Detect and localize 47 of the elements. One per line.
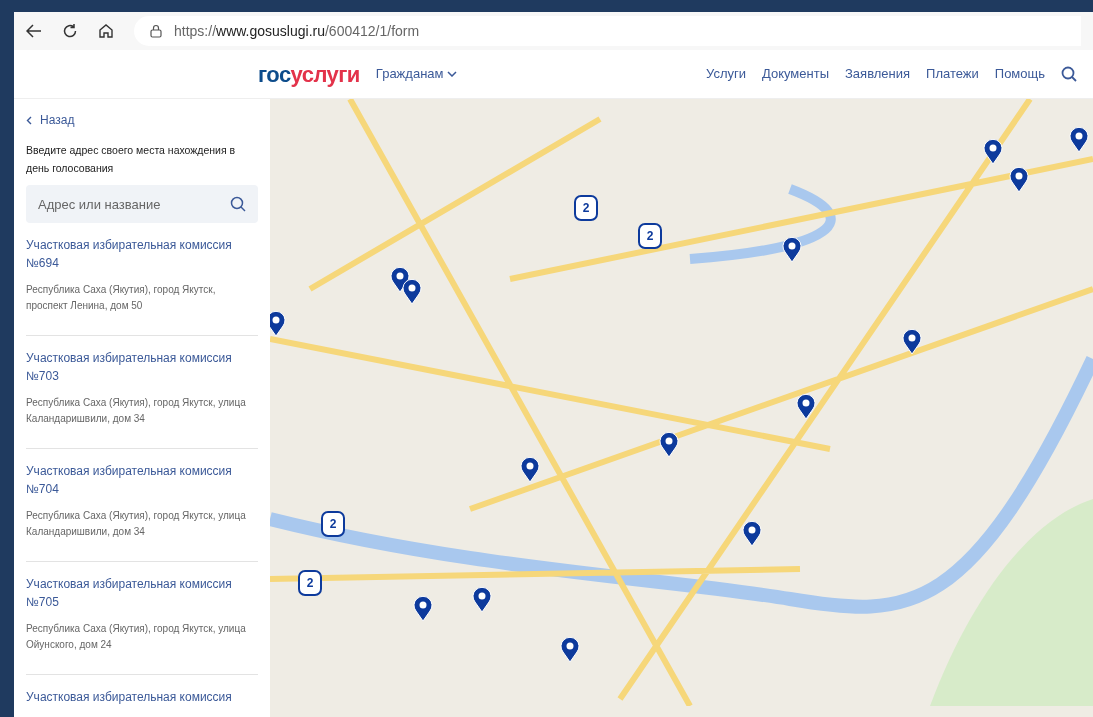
- cluster-marker[interactable]: 2: [638, 223, 662, 249]
- nav-link[interactable]: Услуги: [706, 64, 746, 84]
- cluster-marker[interactable]: 2: [321, 511, 345, 537]
- commission-address: Республика Саха (Якутия), город Якутск, улица Ойунского, дом 24: [26, 622, 247, 652]
- commission-address: Республика Саха (Якутия), город Якутск, улица Каландаришвили, дом 34: [26, 396, 247, 426]
- commission-address: Республика Саха (Якутия), город Якутск, улица Каландаришвили, дом 34: [26, 509, 247, 539]
- search-icon[interactable]: [1061, 66, 1077, 82]
- prompt-text: Введите адрес своего места нахождения в день голосования: [26, 143, 237, 176]
- nav-link[interactable]: Заявления: [845, 64, 911, 84]
- home-icon[interactable]: [98, 23, 114, 39]
- address-bar[interactable]: https://www.gosuslugi.ru/600412/1/form: [134, 16, 1081, 46]
- commission-title[interactable]: Участковая избирательная комиссия №704: [26, 462, 258, 498]
- back-link[interactable]: Назад: [26, 111, 75, 129]
- commission-title[interactable]: Участковая избирательная комиссия №703: [26, 349, 258, 385]
- location-pin-icon[interactable]: [402, 279, 422, 305]
- lock-icon: [150, 24, 162, 38]
- back-icon[interactable]: [26, 24, 42, 38]
- cluster-marker[interactable]: 2: [298, 570, 322, 596]
- location-pin-icon[interactable]: [1069, 127, 1089, 153]
- commission-title[interactable]: Участковая избирательная комиссия №694: [26, 236, 258, 272]
- location-pin-icon[interactable]: [472, 587, 492, 613]
- location-pin-icon[interactable]: [796, 394, 816, 420]
- search-icon: [230, 196, 246, 212]
- chevron-down-icon: [447, 71, 458, 77]
- nav-link[interactable]: Документы: [762, 64, 829, 84]
- url-text: https://www.gosuslugi.ru/600412/1/form: [174, 21, 420, 41]
- location-pin-icon[interactable]: [1009, 167, 1029, 193]
- location-pin-icon[interactable]: [983, 139, 1003, 165]
- commission-title[interactable]: Участковая избирательная комиссия: [26, 688, 258, 706]
- location-pin-icon[interactable]: [413, 596, 433, 622]
- chevron-left-icon: [26, 115, 32, 125]
- logo[interactable]: госуслуги: [258, 57, 360, 91]
- location-pin-icon[interactable]: [742, 521, 762, 547]
- location-pin-icon[interactable]: [902, 329, 922, 355]
- nav-link[interactable]: Платежи: [926, 64, 979, 84]
- location-pin-icon[interactable]: [520, 457, 540, 483]
- nav-link[interactable]: Помощь: [994, 64, 1045, 84]
- commission-address: Республика Саха (Якутия), город Якутск, проспект Ленина, дом 50: [26, 283, 217, 313]
- search-field[interactable]: Адрес или название: [26, 185, 258, 223]
- citizens-menu[interactable]: Гражданам: [375, 64, 458, 84]
- location-pin-icon[interactable]: [659, 432, 679, 458]
- commission-title[interactable]: Участковая избирательная комиссия №705: [26, 575, 258, 611]
- location-pin-icon[interactable]: [782, 237, 802, 263]
- location-pin-icon[interactable]: [270, 311, 286, 337]
- cluster-marker[interactable]: 2: [574, 195, 598, 221]
- reload-icon[interactable]: [62, 23, 78, 39]
- location-pin-icon[interactable]: [560, 637, 580, 663]
